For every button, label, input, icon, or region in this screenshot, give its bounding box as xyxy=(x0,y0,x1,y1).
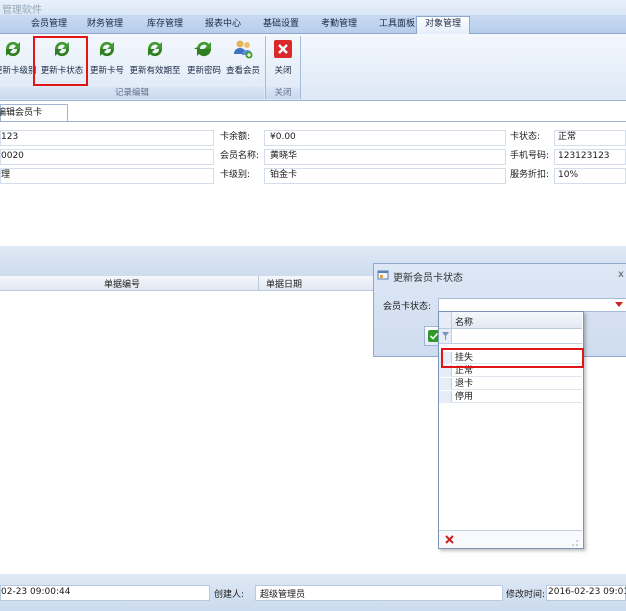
phone-label: 手机号码: xyxy=(510,151,550,161)
balance-value: ¥0.00 xyxy=(270,132,296,142)
status-label: 卡状态: xyxy=(510,132,541,142)
view-member-label: 查看会员 xyxy=(225,66,260,76)
doc-tab-underline xyxy=(0,121,626,122)
row-divider xyxy=(451,376,582,377)
chevron-down-icon[interactable] xyxy=(615,302,623,308)
menu-bar: 会员管理 财务管理 库存管理 报表中心 基础设置 考勤管理 工具面板 对象管理 xyxy=(0,15,626,34)
tab-member-management[interactable]: 会员管理 xyxy=(26,17,72,32)
option-return-card[interactable]: 退卡 xyxy=(439,378,582,390)
clear-icon[interactable] xyxy=(445,535,454,544)
member-name-value: 黄晓华 xyxy=(270,151,298,161)
tab-reports[interactable]: 报表中心 xyxy=(200,17,246,32)
group-label-record-edit: 记录编辑 xyxy=(0,87,264,99)
app-title: 管理软件 xyxy=(2,5,42,16)
group-separator xyxy=(300,36,301,99)
doc-tab-edit-card[interactable]: 编辑会员卡 xyxy=(0,104,68,122)
update-password-label: 更新密码 xyxy=(186,66,221,76)
phone-value: 123123123 xyxy=(558,151,610,161)
manager-field xyxy=(0,168,214,184)
tab-inventory[interactable]: 库存管理 xyxy=(142,17,188,32)
row-divider xyxy=(451,389,582,390)
update-expiry-label: 更新有效期至 xyxy=(129,66,181,76)
update-card-level-label: 更新卡级别 xyxy=(0,66,37,76)
update-card-number-button[interactable]: 更新卡号 xyxy=(88,34,126,86)
modified-label: 修改时间: xyxy=(506,590,546,600)
tab-attendance[interactable]: 考勤管理 xyxy=(316,17,362,32)
grid-body xyxy=(0,291,372,573)
ribbon: 更新卡级别 更新卡状态 更新卡号 更新有效期至 更新密码 xyxy=(0,34,626,101)
status-value: 正常 xyxy=(558,132,577,142)
card-level-value: 铂金卡 xyxy=(270,170,298,180)
column-divider xyxy=(258,276,259,290)
card-status-combo[interactable] xyxy=(438,298,626,312)
time-value: 02-23 09:00:44 xyxy=(1,587,71,597)
card-status-label: 会员卡状态: xyxy=(383,302,432,312)
creator-label: 创建人: xyxy=(214,590,245,600)
option-disabled[interactable]: 停用 xyxy=(439,391,582,403)
discount-label: 服务折扣: xyxy=(510,170,550,180)
highlight-box xyxy=(33,36,88,86)
highlight-box xyxy=(441,348,584,368)
update-card-number-label: 更新卡号 xyxy=(89,66,124,76)
column-header-name[interactable]: 名称 xyxy=(455,315,473,328)
card-level-label: 卡级别: xyxy=(220,170,251,180)
filter-row[interactable] xyxy=(439,329,582,344)
close-icon xyxy=(274,40,292,58)
row-divider xyxy=(451,402,582,403)
group-label-close: 关闭 xyxy=(266,87,300,99)
balance-field xyxy=(264,130,506,146)
close-button[interactable]: 关闭 xyxy=(268,34,298,86)
creator-value: 超级管理员 xyxy=(260,590,306,600)
dialog-title-bar[interactable]: 更新会员卡状态 x xyxy=(374,264,626,286)
discount-value: 10% xyxy=(558,170,579,180)
refresh-icon xyxy=(147,41,163,57)
member-name-field xyxy=(264,149,506,165)
tab-object-management[interactable]: 对象管理 xyxy=(416,16,470,34)
refresh-icon xyxy=(5,41,21,57)
status-dropdown: 名称 挂失 正常 退卡 停用 xyxy=(438,311,584,549)
card-level-field xyxy=(264,168,506,184)
filter-icon[interactable] xyxy=(442,332,449,340)
refresh-icon xyxy=(99,41,115,57)
refresh-icon xyxy=(194,41,212,57)
column-header-doc-number[interactable]: 单据编号 xyxy=(104,277,140,290)
header-gutter xyxy=(439,312,452,328)
view-member-button[interactable]: 查看会员 xyxy=(224,34,262,86)
balance-label: 卡余额: xyxy=(220,132,251,142)
update-expiry-button[interactable]: 更新有效期至 xyxy=(127,34,183,86)
dialog-title: 更新会员卡状态 xyxy=(393,273,463,284)
tab-basic-settings[interactable]: 基础设置 xyxy=(258,17,304,32)
column-header-doc-date[interactable]: 单据日期 xyxy=(266,277,302,290)
tab-finance[interactable]: 财务管理 xyxy=(82,17,128,32)
dropdown-footer xyxy=(439,530,582,548)
tab-tools[interactable]: 工具面板 xyxy=(374,17,420,32)
update-password-button[interactable]: 更新密码 xyxy=(185,34,223,86)
dropdown-header: 名称 xyxy=(439,312,582,329)
card-number-field xyxy=(0,130,214,146)
modified-value: 2016-02-23 09:01:0 xyxy=(548,587,626,597)
members-icon xyxy=(234,40,253,59)
form-icon xyxy=(377,270,389,280)
dialog-close-icon[interactable]: x xyxy=(618,269,624,280)
close-label: 关闭 xyxy=(274,66,292,76)
title-bar: 管理软件 xyxy=(0,0,626,16)
card-info-panel: 123 卡余额: ¥0.00 卡状态: 正常 0020 会员名称: 黄晓华 手机… xyxy=(0,126,626,184)
update-card-level-button[interactable]: 更新卡级别 xyxy=(0,34,37,86)
bottom-info-bar: 02-23 09:00:44 创建人: 超级管理员 修改时间: 2016-02-… xyxy=(0,574,626,611)
resize-grip-icon[interactable] xyxy=(571,539,578,546)
member-number-field xyxy=(0,149,214,165)
member-name-label: 会员名称: xyxy=(220,151,260,161)
